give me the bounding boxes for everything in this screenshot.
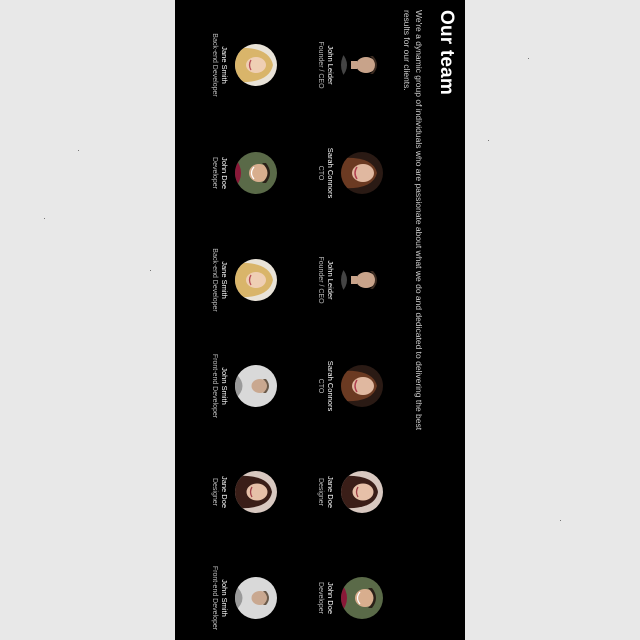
team-member-card: Jane Smith Back-end Developer — [210, 15, 277, 115]
team-member-card: John Doe Developer — [210, 123, 277, 223]
member-name: Jane Smith — [220, 46, 229, 84]
woman-avatar — [235, 44, 277, 86]
member-role: Developer — [317, 582, 324, 614]
member-role: Back-end Developer — [211, 248, 218, 312]
team-content: Our team We're a dynamic group of indivi… — [175, 0, 465, 640]
member-role: Designer — [211, 477, 218, 506]
member-role: CTO — [317, 378, 324, 394]
member-role: Front-end Developer — [211, 565, 218, 631]
man-avatar — [341, 577, 383, 619]
member-role: CTO — [317, 165, 324, 181]
man-avatar — [235, 577, 277, 619]
team-member-card: Sarah Connors CTO — [316, 123, 383, 223]
woman-avatar — [235, 259, 277, 301]
team-member-card: John Doe Developer — [316, 548, 383, 640]
man-avatar — [341, 44, 383, 86]
member-role: Front-end Developer — [211, 353, 218, 419]
woman-avatar — [235, 471, 277, 513]
team-member-card: John Leider Founder / CEO — [316, 15, 383, 115]
team-panel: Our team We're a dynamic group of indivi… — [175, 0, 465, 640]
woman-avatar — [341, 152, 383, 194]
team-member-card: Jane Doe Designer — [316, 442, 383, 542]
team-member-card: John Leider Founder / CEO — [316, 230, 383, 330]
member-name: John Leider — [326, 45, 335, 85]
member-role: Developer — [211, 157, 218, 189]
team-member-card: John Smith Front-end Developer — [210, 548, 277, 640]
team-member-card: Jane Smith Back-end Developer — [210, 230, 277, 330]
member-name: John Smith — [220, 579, 229, 617]
team-member-card: Jane Doe Designer — [210, 442, 277, 542]
member-role: Founder / CEO — [317, 256, 324, 304]
member-name: Jane Smith — [220, 261, 229, 299]
member-name: Jane Doe — [220, 475, 229, 509]
team-description: We're a dynamic group of individuals who… — [402, 10, 424, 431]
team-member-card: Sarah Connors CTO — [316, 336, 383, 436]
member-name: Jane Doe — [326, 475, 335, 509]
man-avatar — [235, 152, 277, 194]
member-name: John Doe — [220, 156, 229, 190]
member-name: John Leider — [326, 260, 335, 300]
man-avatar — [235, 365, 277, 407]
member-name: John Smith — [220, 367, 229, 405]
member-name: John Doe — [326, 581, 335, 615]
woman-avatar — [341, 365, 383, 407]
member-role: Back-end Developer — [211, 33, 218, 97]
man-avatar — [341, 259, 383, 301]
team-member-card: John Smith Front-end Developer — [210, 336, 277, 436]
member-name: Sarah Connors — [326, 360, 335, 412]
member-name: Sarah Connors — [326, 147, 335, 199]
page-title: Our team — [436, 10, 457, 96]
woman-avatar — [341, 471, 383, 513]
member-role: Designer — [317, 477, 324, 506]
member-role: Founder / CEO — [317, 41, 324, 89]
